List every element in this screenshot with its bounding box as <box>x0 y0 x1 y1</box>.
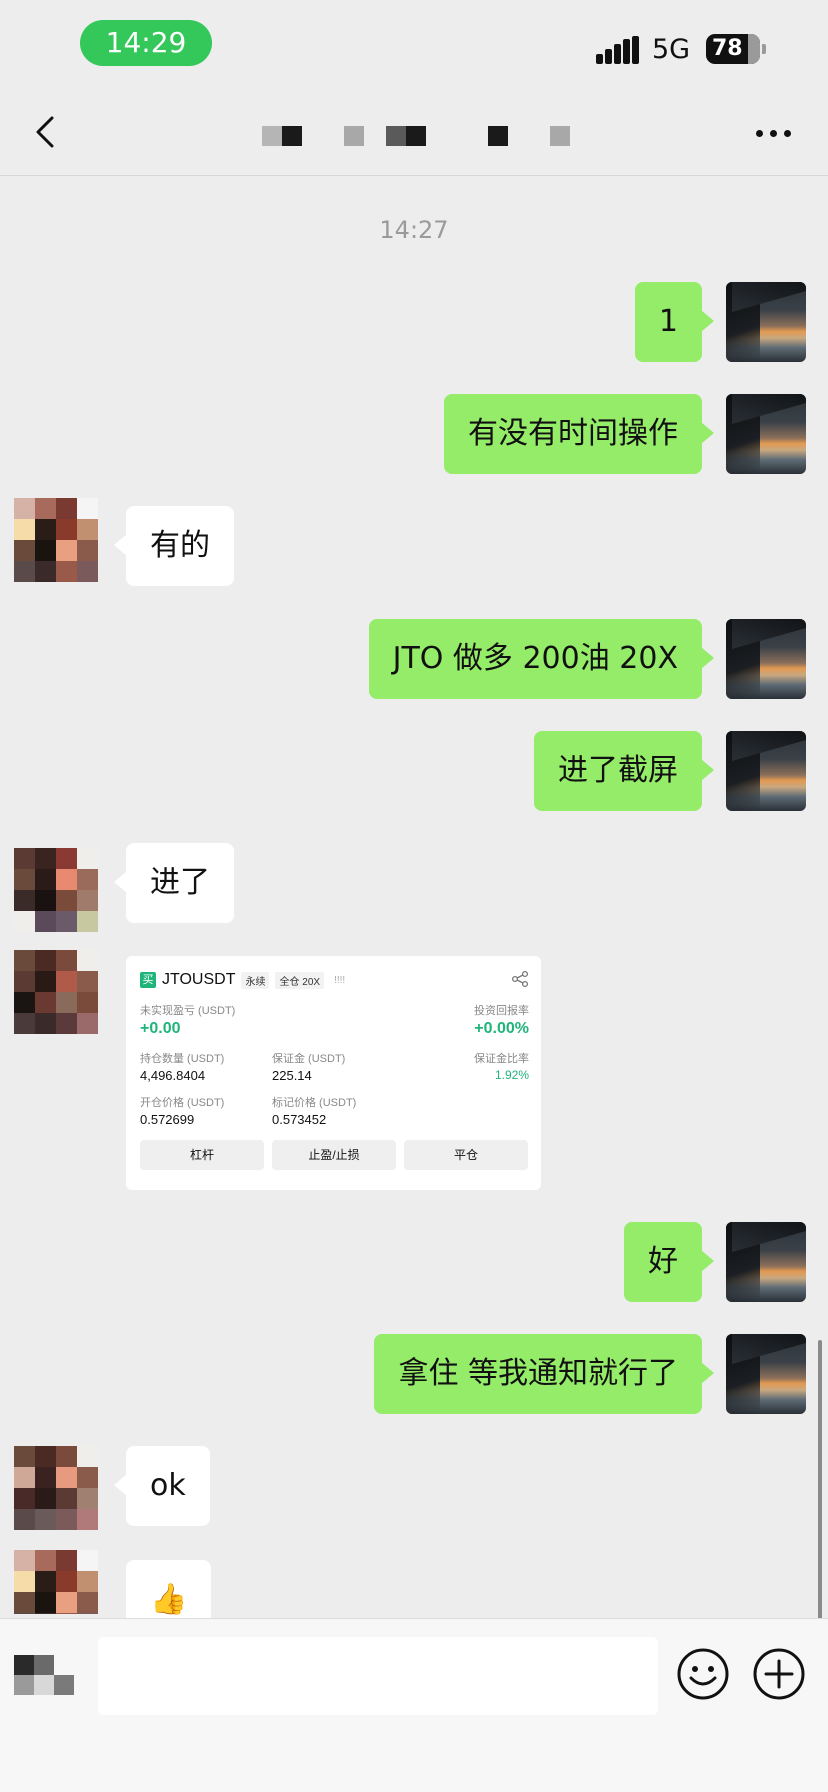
roi-value: +0.00% <box>474 1020 529 1037</box>
entry-price-value: 0.572699 <box>140 1112 195 1127</box>
unrealized-pnl-value: +0.00 <box>140 1020 181 1037</box>
share-icon[interactable] <box>511 970 529 988</box>
symbol-label: JTOUSDT <box>162 971 236 988</box>
battery-level: 78 <box>712 36 743 61</box>
message-bubble-outgoing[interactable]: 1 <box>634 282 715 362</box>
message-bubble-outgoing[interactable]: 好 <box>624 1222 714 1302</box>
message-input[interactable] <box>98 1637 658 1715</box>
my-avatar[interactable] <box>726 1222 806 1302</box>
card-header: 买 JTOUSDT 永续 全仓 20X !!!! <box>140 970 349 990</box>
margin-ratio-label: 保证金比率 <box>474 1053 529 1065</box>
more-options-icon[interactable] <box>752 128 796 140</box>
message-bubble-incoming[interactable]: 👍 <box>126 1560 212 1618</box>
entry-price-label: 开仓价格 (USDT) <box>140 1097 225 1109</box>
contact-avatar[interactable] <box>14 498 98 582</box>
my-avatar[interactable] <box>726 619 806 699</box>
position-size-label: 持仓数量 (USDT) <box>140 1053 225 1065</box>
close-position-button[interactable]: 平仓 <box>404 1140 528 1170</box>
message-bubble-outgoing[interactable]: 拿住 等我通知就行了 <box>374 1334 714 1414</box>
contact-avatar[interactable] <box>14 848 98 932</box>
status-time: 14:29 <box>80 20 212 66</box>
leverage-button[interactable]: 杠杆 <box>140 1140 264 1170</box>
unrealized-pnl-label: 未实现盈亏 (USDT) <box>140 1005 236 1017</box>
tp-sl-button[interactable]: 止盈/止损 <box>272 1140 396 1170</box>
my-avatar[interactable] <box>726 282 806 362</box>
trade-screenshot-card[interactable]: 买 JTOUSDT 永续 全仓 20X !!!! 未实现盈亏 (USDT) +0… <box>126 956 541 1190</box>
contract-type-tag: 永续 <box>241 971 270 989</box>
chat-title-redacted <box>260 126 580 148</box>
back-arrow-icon[interactable] <box>28 112 68 152</box>
message-bubble-incoming[interactable]: 进了 <box>114 843 234 923</box>
buy-badge: 买 <box>140 972 156 988</box>
chat-header <box>0 90 828 176</box>
status-bar: 14:29 5G 78 <box>0 0 828 90</box>
mark-price-value: 0.573452 <box>272 1112 327 1127</box>
emoji-icon[interactable] <box>676 1647 730 1701</box>
signal-icon <box>596 36 640 64</box>
message-bubble-outgoing[interactable]: 有没有时间操作 <box>444 394 714 474</box>
contact-avatar[interactable] <box>14 1446 98 1530</box>
message-bubble-incoming[interactable]: ok <box>114 1446 210 1526</box>
margin-value: 225.14 <box>272 1068 312 1083</box>
my-avatar[interactable] <box>726 1334 806 1414</box>
contact-avatar[interactable] <box>14 1550 98 1614</box>
message-bubble-outgoing[interactable]: 进了截屏 <box>534 731 714 811</box>
margin-label: 保证金 (USDT) <box>272 1053 346 1065</box>
roi-label: 投资回报率 <box>474 1005 529 1017</box>
mark-price-label: 标记价格 (USDT) <box>272 1097 357 1109</box>
message-input-bar <box>0 1618 828 1792</box>
battery-icon: 78 <box>706 34 766 64</box>
message-bubble-outgoing[interactable]: JTO 做多 200油 20X <box>368 619 715 699</box>
strength-bars: !!!! <box>334 974 346 986</box>
add-attachment-icon[interactable] <box>752 1647 806 1701</box>
message-bubble-incoming[interactable]: 有的 <box>114 506 234 586</box>
margin-ratio-value: 1.92% <box>494 1068 529 1082</box>
my-avatar[interactable] <box>726 731 806 811</box>
network-type: 5G <box>652 34 691 65</box>
leverage-tag: 全仓 20X <box>275 971 325 989</box>
voice-toggle-icon[interactable] <box>14 1655 76 1697</box>
chat-timestamp: 14:27 <box>379 216 449 244</box>
my-avatar[interactable] <box>726 394 806 474</box>
scrollbar[interactable] <box>818 1340 822 1620</box>
position-size-value: 4,496.8404 <box>140 1068 206 1083</box>
contact-avatar[interactable] <box>14 950 98 1034</box>
